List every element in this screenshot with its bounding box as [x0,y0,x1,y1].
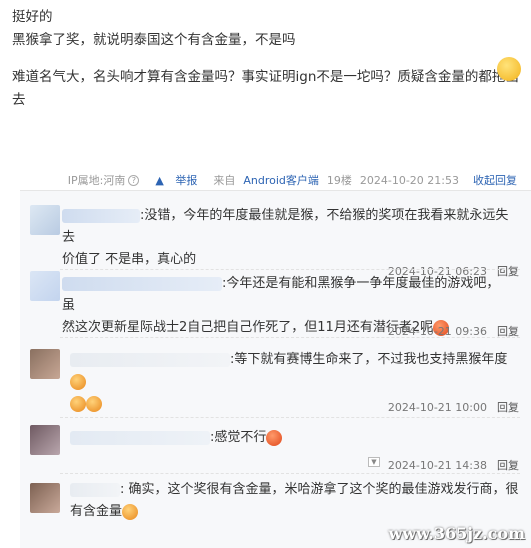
reply-time: 2024-10-21 14:38 [387,459,487,472]
avatar[interactable] [30,205,60,235]
emoji-icon [70,395,86,412]
source-text: 来自 Android客户端 [213,174,319,187]
username-blurred[interactable] [62,208,140,223]
reply-list: :没错，今年的年度最佳就是猴，不给猴的奖项在我看来就永远失去 价值了 不是串，真… [20,190,531,548]
reply-button[interactable]: 回复 [497,401,519,414]
post-line-3: 难道名气大，名头响才算有含金量吗？事实证明ign不是一坨吗？质疑含金量的都拖出去 [12,69,519,108]
reply-text-cont: 价值了 不是串，真心的 [62,252,197,267]
emoji-icon [86,395,102,412]
client-link[interactable]: Android客户端 [243,174,319,187]
username-blurred[interactable] [70,482,120,497]
emoji-icon [266,429,283,446]
post-body: 挺好的 黑猴拿了奖，就说明泰国这个有含金量，不是吗 难道名气大，名头响才算有含金… [12,6,524,112]
post-line-2: 黑猴拿了奖，就说明泰国这个有含金量，不是吗 [12,32,296,48]
username-blurred[interactable] [62,276,222,291]
reply-text: : 确实，这个奖很有含金量，米哈游拿了这个奖的最佳游戏发行商，很 [120,482,519,497]
collapse-replies-button[interactable]: 收起回复 [473,172,517,188]
reply-text-cont: 有含金量 [70,504,123,519]
post-time: 2024-10-20 21:53 [359,173,459,187]
post-meta-bar: IP属地:河南 ? ▲ 举报 来自 Android客户端 19楼 2024-10-… [0,172,531,188]
smiley-emoji-icon [497,57,521,81]
post-line-1: 挺好的 [12,9,53,25]
emoji-icon [70,373,86,390]
reply-text-cont: 然这次更新星际战士2自己把自己作死了，但11月还有潜行者2呢 [62,320,434,335]
reply-button[interactable]: 回复 [497,459,519,472]
report-icon: ▲ [155,174,168,187]
reply-text: :感觉不行 [210,430,267,445]
avatar[interactable] [30,271,60,301]
reply-text: :等下就有赛博生命来了，不过我也支持黑猴年度 [230,352,508,367]
avatar[interactable] [30,483,60,513]
help-icon[interactable]: ? [128,174,140,186]
emoji-icon [122,503,139,520]
floor-number: 19楼 [326,174,352,187]
watermark: www.365jz.com [388,524,525,543]
username-blurred[interactable] [70,352,230,367]
dropdown-arrow-icon[interactable]: ▼ [368,457,380,467]
avatar[interactable] [30,349,60,379]
report-link[interactable]: ▲ 举报 [147,172,197,188]
avatar[interactable] [30,425,60,455]
username-blurred[interactable] [70,430,210,445]
ip-location: IP属地:河南 [67,174,126,187]
reply-time: 2024-10-21 10:00 [387,401,487,414]
